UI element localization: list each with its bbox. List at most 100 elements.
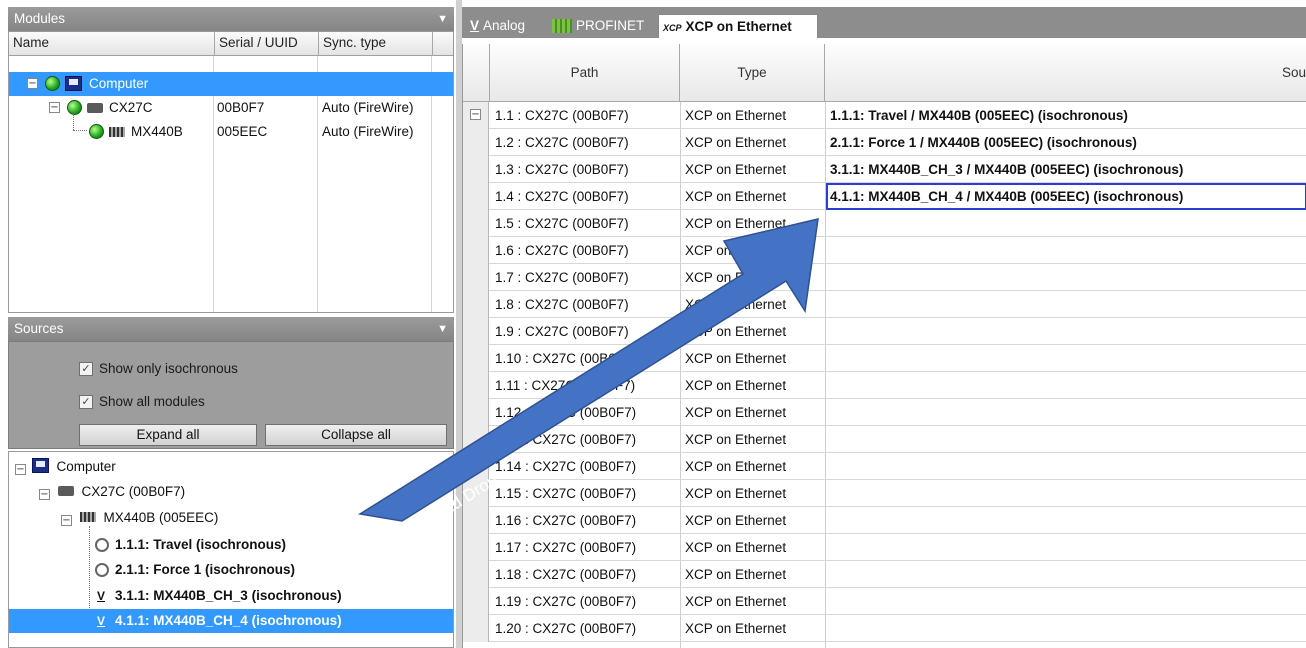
source-cell[interactable] [826, 210, 1306, 237]
row-header[interactable] [463, 426, 489, 453]
column-header-name[interactable]: Name [9, 32, 215, 56]
path-cell[interactable]: 1.8 : CX27C (00B0F7) [495, 291, 678, 318]
path-cell[interactable]: 1.10 : CX27C (00B0F7) [495, 345, 678, 372]
collapse-icon[interactable]: − [27, 78, 38, 89]
collapse-icon[interactable]: − [49, 102, 60, 113]
type-cell[interactable]: XCP on Ethernet [685, 129, 823, 156]
row-header[interactable] [463, 561, 489, 588]
source-tree-cx27c[interactable]: − CX27C (00B0F7) [39, 480, 185, 504]
column-header-sync-type[interactable]: Sync. type [319, 32, 433, 56]
type-cell[interactable]: XCP on Ethernet [685, 210, 823, 237]
grid-row[interactable]: 1.16 : CX27C (00B0F7) XCP on Ethernet [463, 507, 1306, 534]
row-header[interactable] [463, 210, 489, 237]
type-cell[interactable]: XCP on Ethernet [685, 264, 823, 291]
path-cell[interactable]: 1.20 : CX27C (00B0F7) [495, 615, 678, 642]
pin-icon[interactable]: ▼ [437, 317, 448, 341]
source-cell[interactable]: 3.1.1: MX440B_CH_3 / MX440B (005EEC) (is… [826, 156, 1306, 183]
path-cell[interactable]: 1.4 : CX27C (00B0F7) [495, 183, 678, 210]
source-cell[interactable] [826, 426, 1306, 453]
grid-row[interactable]: 1.3 : CX27C (00B0F7) XCP on Ethernet 3.1.1… [463, 156, 1306, 183]
row-header[interactable] [463, 372, 489, 399]
type-cell[interactable]: XCP on Ethernet [685, 318, 823, 345]
source-cell[interactable] [826, 291, 1306, 318]
source-cell[interactable] [826, 399, 1306, 426]
grid-row[interactable]: 1.19 : CX27C (00B0F7) XCP on Ethernet [463, 588, 1306, 615]
collapse-all-button[interactable]: Collapse all [265, 424, 447, 446]
row-header[interactable] [463, 156, 489, 183]
grid-row[interactable]: 1.8 : CX27C (00B0F7) XCP on Ethernet [463, 291, 1306, 318]
source-cell[interactable] [826, 372, 1306, 399]
type-cell[interactable]: XCP on Ethernet [685, 561, 823, 588]
column-header-path[interactable]: Path [490, 44, 680, 102]
grid-row[interactable]: 1.11 : CX27C (00B0F7) XCP on Ethernet [463, 372, 1306, 399]
path-cell[interactable]: 1.16 : CX27C (00B0F7) [495, 507, 678, 534]
row-header[interactable] [463, 291, 489, 318]
path-cell[interactable]: 1.1 : CX27C (00B0F7) [495, 102, 678, 129]
collapse-icon[interactable]: − [470, 109, 481, 120]
type-cell[interactable]: XCP on Ethernet [685, 183, 823, 210]
path-cell[interactable]: 1.19 : CX27C (00B0F7) [495, 588, 678, 615]
source-cell[interactable]: 1.1.1: Travel / MX440B (005EEC) (isochro… [826, 102, 1306, 129]
grid-row[interactable]: 1.20 : CX27C (00B0F7) XCP on Ethernet [463, 615, 1306, 642]
row-header[interactable] [463, 318, 489, 345]
expand-all-button[interactable]: Expand all [79, 424, 257, 446]
source-cell[interactable] [826, 237, 1306, 264]
column-header-source[interactable]: Sou [825, 44, 1306, 102]
grid-row[interactable]: 1.13 : CX27C (00B0F7) XCP on Ethernet [463, 426, 1306, 453]
type-cell[interactable]: XCP on Ethernet [685, 453, 823, 480]
grid-row[interactable]: 1.17 : CX27C (00B0F7) XCP on Ethernet [463, 534, 1306, 561]
source-tree-computer[interactable]: − Computer [15, 455, 116, 479]
path-cell[interactable]: 1.12 : CX27C (00B0F7) [495, 399, 678, 426]
type-cell[interactable]: XCP on Ethernet [685, 291, 823, 318]
module-row-mx440b[interactable]: MX440B 005EEC Auto (FireWire) [9, 120, 453, 144]
tab-xcp-on-ethernet[interactable]: XCP XCP on Ethernet [658, 14, 818, 38]
grid-row[interactable]: 1.15 : CX27C (00B0F7) XCP on Ethernet [463, 480, 1306, 507]
path-cell[interactable]: 1.18 : CX27C (00B0F7) [495, 561, 678, 588]
path-cell[interactable]: 1.5 : CX27C (00B0F7) [495, 210, 678, 237]
source-cell[interactable] [826, 264, 1306, 291]
source-mx440b-ch4[interactable]: V 4.1.1: MX440B_CH_4 (isochronous) [9, 609, 453, 633]
source-cell[interactable] [826, 615, 1306, 642]
grid-row[interactable]: 1.12 : CX27C (00B0F7) XCP on Ethernet [463, 399, 1306, 426]
row-header[interactable] [463, 588, 489, 615]
path-cell[interactable]: 1.11 : CX27C (00B0F7) [495, 372, 678, 399]
type-cell[interactable]: XCP on Ethernet [685, 534, 823, 561]
type-cell[interactable]: XCP on Ethernet [685, 345, 823, 372]
grid-row[interactable]: 1.10 : CX27C (00B0F7) XCP on Ethernet [463, 345, 1306, 372]
grid-row[interactable]: 1.14 : CX27C (00B0F7) XCP on Ethernet [463, 453, 1306, 480]
row-header[interactable] [463, 345, 489, 372]
type-cell[interactable]: XCP on Ethernet [685, 615, 823, 642]
show-only-isochronous-checkbox[interactable]: ✓ [79, 362, 93, 376]
collapse-icon[interactable]: − [61, 515, 72, 526]
row-header[interactable] [463, 237, 489, 264]
path-cell[interactable]: 1.14 : CX27C (00B0F7) [495, 453, 678, 480]
row-header[interactable] [463, 534, 489, 561]
grid-row[interactable]: 1.2 : CX27C (00B0F7) XCP on Ethernet 2.1.1… [463, 129, 1306, 156]
source-cell[interactable] [826, 534, 1306, 561]
source-tree-mx440b[interactable]: − MX440B (005EEC) [61, 506, 218, 530]
grid-row[interactable]: 1.4 : CX27C (00B0F7) XCP on Ethernet 4.1.1… [463, 183, 1306, 210]
source-cell[interactable] [826, 588, 1306, 615]
type-cell[interactable]: XCP on Ethernet [685, 426, 823, 453]
source-cell[interactable] [826, 507, 1306, 534]
module-row-computer[interactable]: − Computer [9, 72, 453, 96]
row-header[interactable] [463, 399, 489, 426]
row-header[interactable]: − [463, 102, 489, 129]
path-cell[interactable]: 1.3 : CX27C (00B0F7) [495, 156, 678, 183]
row-header[interactable] [463, 615, 489, 642]
grid-row[interactable]: − 1.1 : CX27C (00B0F7) XCP on Ethernet 1.1.… [463, 102, 1306, 129]
tab-analog[interactable]: V Analog [466, 14, 525, 38]
grid-row[interactable]: 1.7 : CX27C (00B0F7) XCP on Ethernet [463, 264, 1306, 291]
source-travel[interactable]: 1.1.1: Travel (isochronous) [93, 533, 286, 557]
column-header-serial[interactable]: Serial / UUID [215, 32, 319, 56]
source-cell[interactable]: 4.1.1: MX440B_CH_4 / MX440B (005EEC) (is… [826, 183, 1306, 210]
row-header[interactable] [463, 264, 489, 291]
grid-row[interactable]: 1.5 : CX27C (00B0F7) XCP on Ethernet [463, 210, 1306, 237]
grid-row[interactable]: 1.9 : CX27C (00B0F7) XCP on Ethernet [463, 318, 1306, 345]
show-all-modules-checkbox[interactable]: ✓ [79, 395, 93, 409]
source-cell[interactable] [826, 345, 1306, 372]
source-mx440b-ch3[interactable]: V 3.1.1: MX440B_CH_3 (isochronous) [93, 584, 342, 608]
path-cell[interactable]: 1.6 : CX27C (00B0F7) [495, 237, 678, 264]
type-cell[interactable]: XCP on Ethernet [685, 480, 823, 507]
source-cell[interactable] [826, 453, 1306, 480]
